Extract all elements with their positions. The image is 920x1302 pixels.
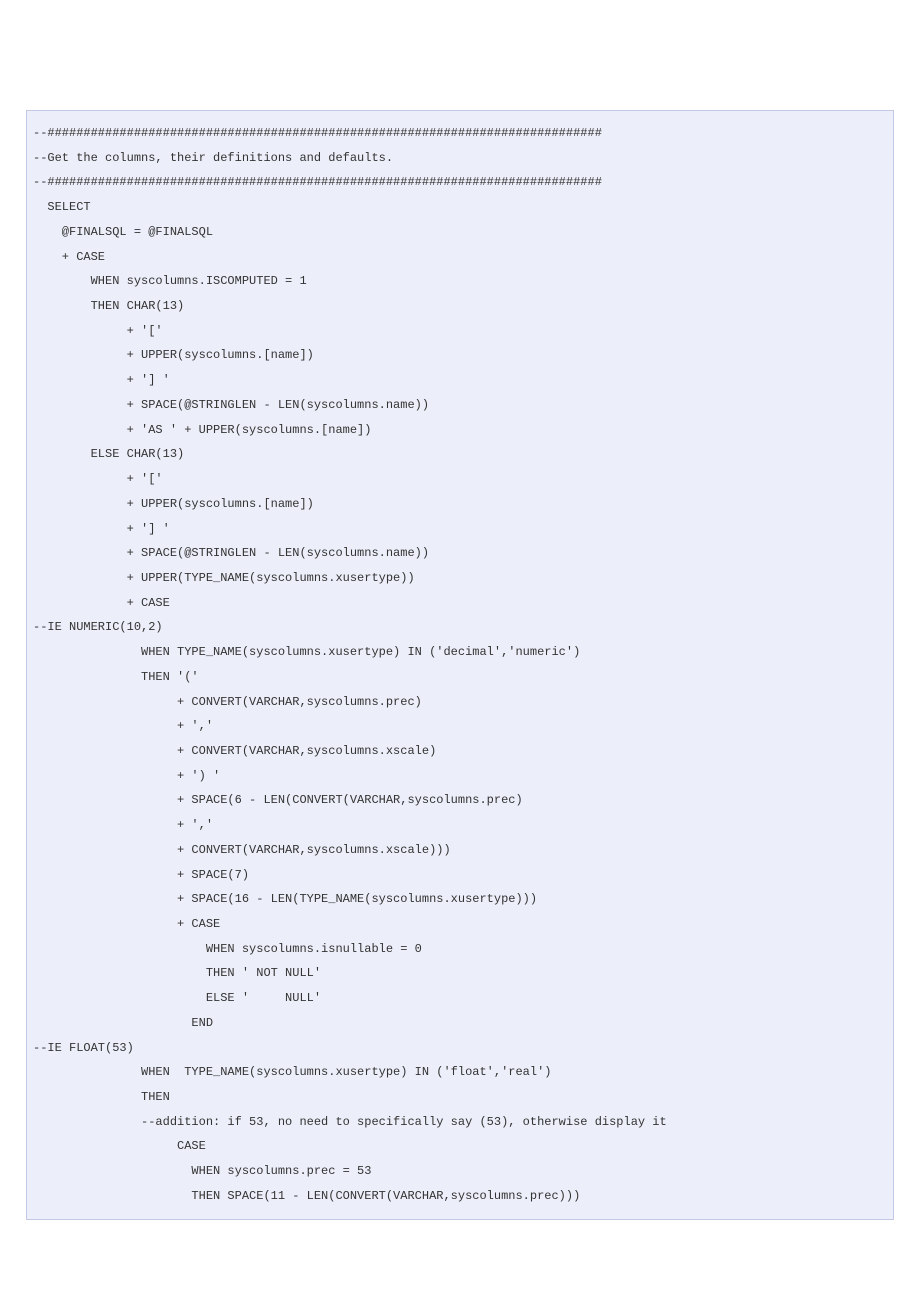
code-line: + 'AS ' + UPPER(syscolumns.[name]) xyxy=(33,423,371,437)
code-line: + SPACE(7) xyxy=(33,868,249,882)
code-line: THEN CHAR(13) xyxy=(33,299,184,313)
code-line: THEN '(' xyxy=(33,670,199,684)
code-line: WHEN TYPE_NAME(syscolumns.xusertype) IN … xyxy=(33,1065,551,1079)
code-line: THEN ' NOT NULL' xyxy=(33,966,321,980)
code-line: + SPACE(@STRINGLEN - LEN(syscolumns.name… xyxy=(33,546,429,560)
code-line: --######################################… xyxy=(33,175,602,189)
code-line: WHEN syscolumns.prec = 53 xyxy=(33,1164,371,1178)
code-line: + SPACE(6 - LEN(CONVERT(VARCHAR,syscolum… xyxy=(33,793,523,807)
code-line: --addition: if 53, no need to specifical… xyxy=(33,1115,667,1129)
code-line: @FINALSQL = @FINALSQL xyxy=(33,225,213,239)
code-line: WHEN syscolumns.isnullable = 0 xyxy=(33,942,422,956)
code-line: + ') ' xyxy=(33,769,220,783)
code-line: ELSE CHAR(13) xyxy=(33,447,184,461)
code-line: THEN SPACE(11 - LEN(CONVERT(VARCHAR,sysc… xyxy=(33,1189,580,1203)
code-line: + UPPER(syscolumns.[name]) xyxy=(33,497,314,511)
code-line: + '] ' xyxy=(33,522,170,536)
code-line: WHEN TYPE_NAME(syscolumns.xusertype) IN … xyxy=(33,645,580,659)
code-line: THEN xyxy=(33,1090,170,1104)
code-line: SELECT xyxy=(33,200,91,214)
code-line: + '] ' xyxy=(33,373,170,387)
code-line: + CASE xyxy=(33,250,105,264)
code-line: + ',' xyxy=(33,719,213,733)
code-line: + CONVERT(VARCHAR,syscolumns.xscale))) xyxy=(33,843,451,857)
code-line: --Get the columns, their definitions and… xyxy=(33,151,393,165)
code-line: + ',' xyxy=(33,818,213,832)
code-line: END xyxy=(33,1016,213,1030)
code-line: CASE xyxy=(33,1139,206,1153)
code-line: ELSE ' NULL' xyxy=(33,991,321,1005)
code-line: + CONVERT(VARCHAR,syscolumns.prec) xyxy=(33,695,422,709)
code-line: + UPPER(TYPE_NAME(syscolumns.xusertype)) xyxy=(33,571,415,585)
code-line: + CASE xyxy=(33,596,170,610)
code-line: WHEN syscolumns.ISCOMPUTED = 1 xyxy=(33,274,307,288)
code-block: --######################################… xyxy=(26,110,894,1220)
code-line: + SPACE(@STRINGLEN - LEN(syscolumns.name… xyxy=(33,398,429,412)
code-line: + UPPER(syscolumns.[name]) xyxy=(33,348,314,362)
code-line: + SPACE(16 - LEN(TYPE_NAME(syscolumns.xu… xyxy=(33,892,537,906)
code-line: --IE FLOAT(53) xyxy=(33,1041,134,1055)
code-line: + CONVERT(VARCHAR,syscolumns.xscale) xyxy=(33,744,436,758)
code-line: + CASE xyxy=(33,917,220,931)
code-line: + '[' xyxy=(33,472,163,486)
code-line: --######################################… xyxy=(33,126,602,140)
code-line: + '[' xyxy=(33,324,163,338)
code-line: --IE NUMERIC(10,2) xyxy=(33,620,163,634)
